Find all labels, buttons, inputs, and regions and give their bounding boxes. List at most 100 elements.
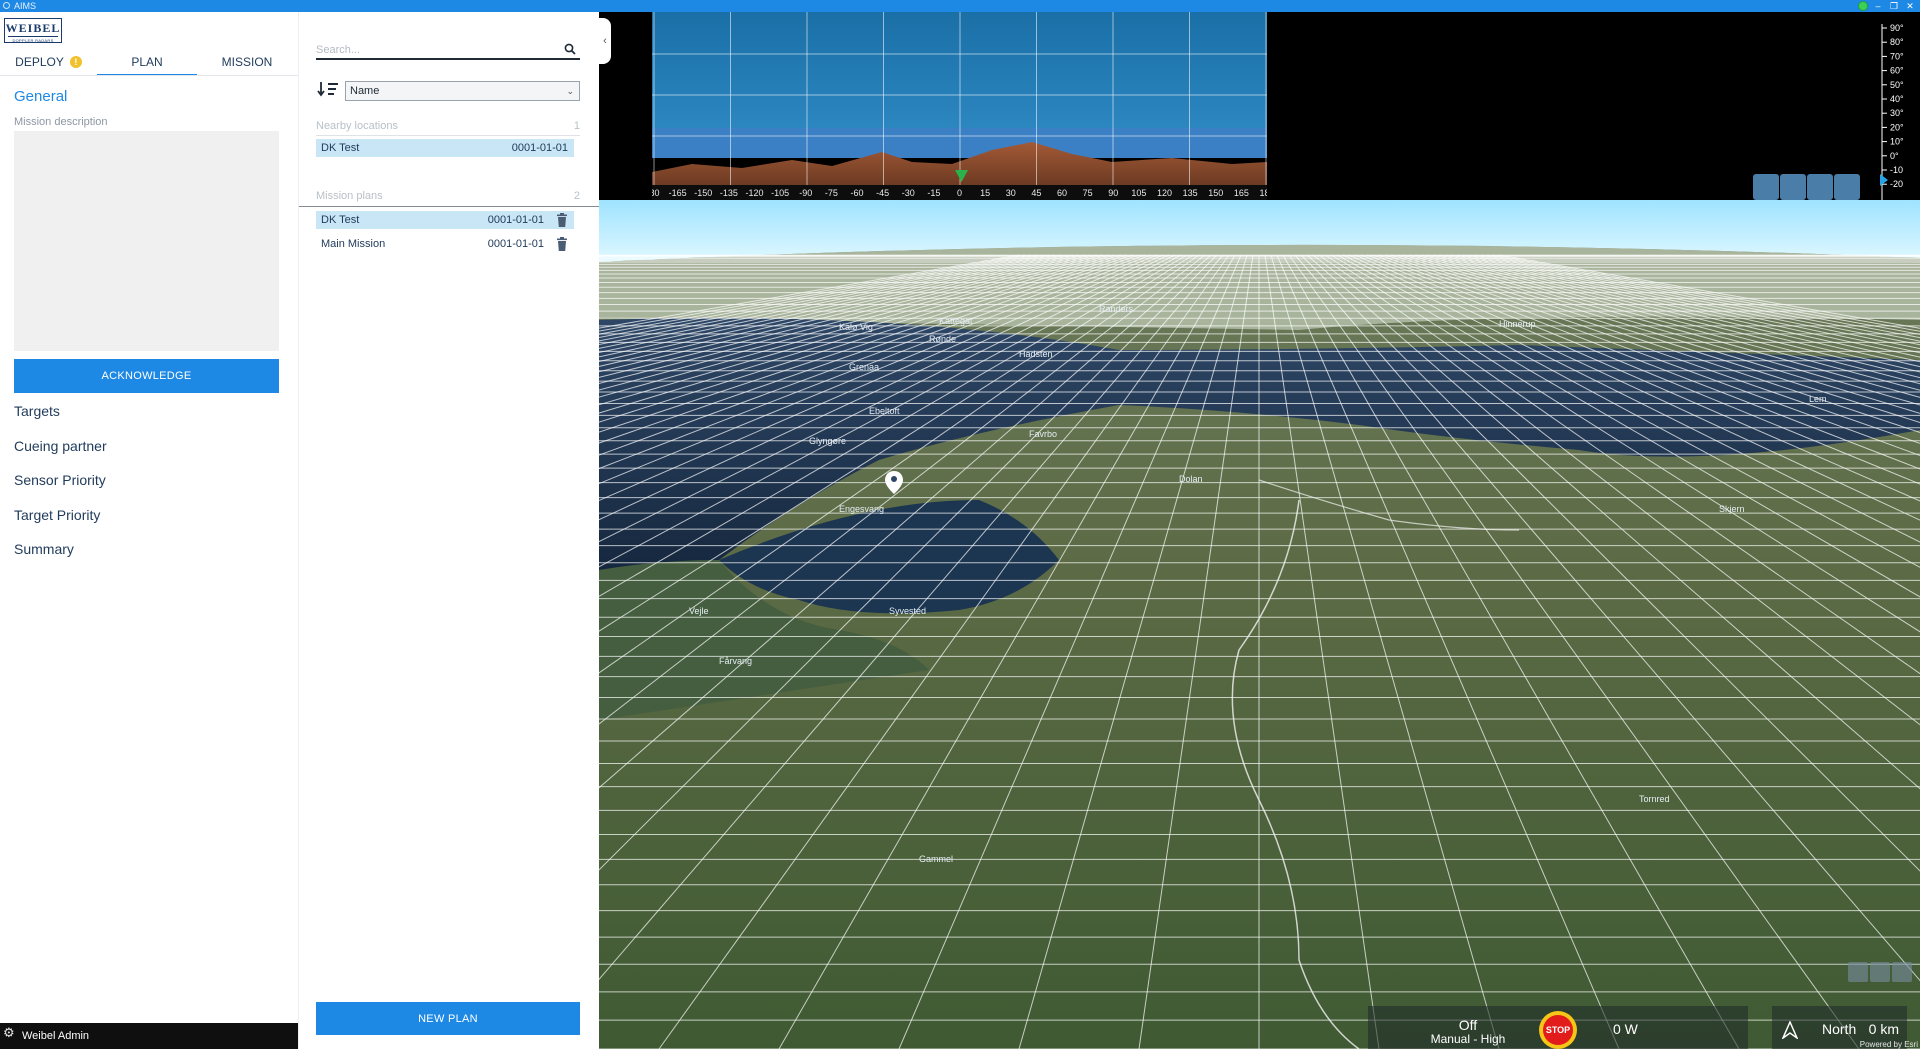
map-view[interactable]: ‹ 180-165-150-135-120-105-90-75-60-45-30…: [599, 12, 1920, 1049]
nav-item-targets[interactable]: Targets: [14, 398, 107, 433]
fullscreen-icon[interactable]: [1870, 962, 1890, 982]
nearby-locations-header: Nearby locations 1: [316, 120, 580, 136]
azimuth-tick-label: 105: [1131, 188, 1146, 198]
tab-deploy[interactable]: DEPLOY!: [0, 52, 97, 76]
nav-item-target-priority[interactable]: Target Priority: [14, 502, 107, 537]
azimuth-tick-label: 60: [1057, 188, 1067, 198]
place-label: Dolan: [1179, 474, 1203, 484]
azimuth-tick-label: 30: [1006, 188, 1016, 198]
left-panel: WEIBEL DOPPLER RADARS DEPLOY! PLAN MISSI…: [0, 12, 298, 1049]
grid-toggle-icon[interactable]: [1753, 174, 1779, 200]
sort-by-select[interactable]: Name ⌄: [345, 81, 580, 101]
azimuth-tick-label: -60: [850, 188, 863, 198]
place-label: Syvested: [889, 606, 926, 616]
stop-button[interactable]: STOP: [1539, 1011, 1577, 1049]
azimuth-tick-label: -105: [771, 188, 789, 198]
mission-plans-divider: [299, 206, 600, 207]
azimuth-tick-label: 180: [1259, 188, 1267, 198]
gear-icon[interactable]: ⚙: [3, 1026, 17, 1040]
elevation-tick-label: 50°: [1890, 80, 1904, 90]
place-label: Engesvang: [839, 504, 884, 514]
connection-status-icon: [1858, 1, 1868, 11]
minimize-icon[interactable]: –: [1872, 1, 1884, 11]
place-label: Ebeltoft: [869, 406, 900, 416]
title-bar: AIMS – ❐ ✕: [0, 0, 1920, 12]
heading-label: North: [1822, 1021, 1857, 1037]
user-bar[interactable]: ⚙ Weibel Admin: [0, 1023, 298, 1049]
section-title-general[interactable]: General: [14, 88, 67, 105]
collapse-panel-tab[interactable]: ‹: [599, 18, 611, 64]
cursor-tool-icon[interactable]: [1780, 174, 1806, 200]
place-label: Gammel: [919, 854, 953, 864]
sort-descending-icon[interactable]: [317, 81, 339, 97]
elevation-tick-label: 60°: [1890, 66, 1904, 76]
elevation-tick-label: 90°: [1890, 24, 1904, 33]
map-attribution: Powered by Esri: [1859, 1040, 1918, 1049]
main-tabs: DEPLOY! PLAN MISSION: [0, 52, 298, 76]
basemap-icon[interactable]: [1892, 962, 1912, 982]
azimuth-tick-label: 135: [1183, 188, 1198, 198]
elevation-scale: 90° 80° 70° 60° 50° 40° 30° 20° 10° 0° -10 -20: [1880, 24, 1904, 212]
transmit-power: 0 W: [1613, 1021, 1638, 1037]
user-name: Weibel Admin: [22, 1030, 90, 1042]
elevation-tick-label: 0°: [1890, 151, 1899, 161]
elevation-tick-label: 70°: [1890, 51, 1904, 61]
list-item[interactable]: Main Mission 0001-01-01: [316, 235, 574, 253]
elevation-tick-label: -10: [1890, 165, 1903, 175]
map-toolbar: [1752, 174, 1860, 202]
delete-icon[interactable]: [556, 213, 568, 227]
tab-mission[interactable]: MISSION: [197, 52, 297, 76]
tab-plan[interactable]: PLAN: [97, 52, 197, 76]
search-input[interactable]: [316, 41, 556, 59]
place-label: Randers: [1099, 304, 1134, 314]
search-icon[interactable]: [564, 43, 576, 55]
azimuth-tick-label: -165: [669, 188, 687, 198]
place-label: Kalø Vig: [839, 322, 873, 332]
plans-panel: Name ⌄ Nearby locations 1 DK Test 0001-0…: [298, 12, 600, 1049]
app-title: AIMS: [14, 1, 37, 11]
place-label: Vejle: [689, 606, 709, 616]
terrain-3d-view[interactable]: Kattegat Grenaa Ebeltoft Kalø Vig Rønde Rande…: [599, 200, 1920, 1049]
place-label: Tornred: [1639, 794, 1670, 804]
place-label: Lem: [1809, 394, 1827, 404]
azimuth-tick-label: 150: [1208, 188, 1223, 198]
radar-status-bar: Off Manual - High STOP 0 W: [1368, 1006, 1748, 1049]
place-label: Kattegat: [939, 316, 973, 326]
azimuth-tick-label: 15: [980, 188, 990, 198]
layers-icon[interactable]: [1834, 174, 1860, 200]
azimuth-tick-label: 0: [957, 188, 962, 198]
list-item[interactable]: DK Test 0001-01-01: [316, 211, 574, 229]
azimuth-tick-label: 165: [1234, 188, 1249, 198]
chevron-down-icon: ⌄: [566, 86, 574, 96]
visibility-icon[interactable]: [1807, 174, 1833, 200]
azimuth-tick-label: -150: [694, 188, 712, 198]
restore-icon[interactable]: ❐: [1888, 1, 1900, 11]
place-label: Grenaa: [849, 362, 879, 372]
azimuth-tick-label: -90: [799, 188, 812, 198]
acknowledge-button[interactable]: ACKNOWLEDGE: [14, 359, 279, 393]
azimuth-tick-label: 180: [652, 188, 660, 198]
mission-description-input[interactable]: [14, 131, 279, 351]
tabs-divider: [0, 75, 298, 76]
azimuth-tick-label: 45: [1031, 188, 1041, 198]
nav-item-sensor-priority[interactable]: Sensor Priority: [14, 467, 107, 502]
azimuth-tick-label: 120: [1157, 188, 1172, 198]
azimuth-tick-label: -75: [825, 188, 838, 198]
elevation-tick-label: 30°: [1890, 108, 1904, 118]
nav-item-summary[interactable]: Summary: [14, 536, 107, 571]
close-icon[interactable]: ✕: [1904, 1, 1916, 11]
place-label: Glyngøre: [809, 436, 846, 446]
azimuth-tick-label: 75: [1083, 188, 1093, 198]
new-plan-button[interactable]: NEW PLAN: [316, 1002, 580, 1035]
plan-section-nav: Targets Cueing partner Sensor Priority T…: [14, 398, 107, 571]
panorama-view[interactable]: 180-165-150-135-120-105-90-75-60-45-30-1…: [652, 12, 1267, 200]
list-item[interactable]: DK Test 0001-01-01: [316, 139, 574, 157]
nav-item-cueing-partner[interactable]: Cueing partner: [14, 433, 107, 468]
delete-icon[interactable]: [556, 237, 568, 251]
place-label: Fårvang: [719, 656, 752, 666]
transmit-mode[interactable]: Off Manual - High: [1428, 1018, 1508, 1046]
mission-plans-header: Mission plans 2: [316, 190, 580, 202]
elevation-tick-label: 10°: [1890, 137, 1904, 147]
zoom-extent-icon[interactable]: [1848, 962, 1868, 982]
north-arrow-icon[interactable]: [1782, 1021, 1798, 1039]
